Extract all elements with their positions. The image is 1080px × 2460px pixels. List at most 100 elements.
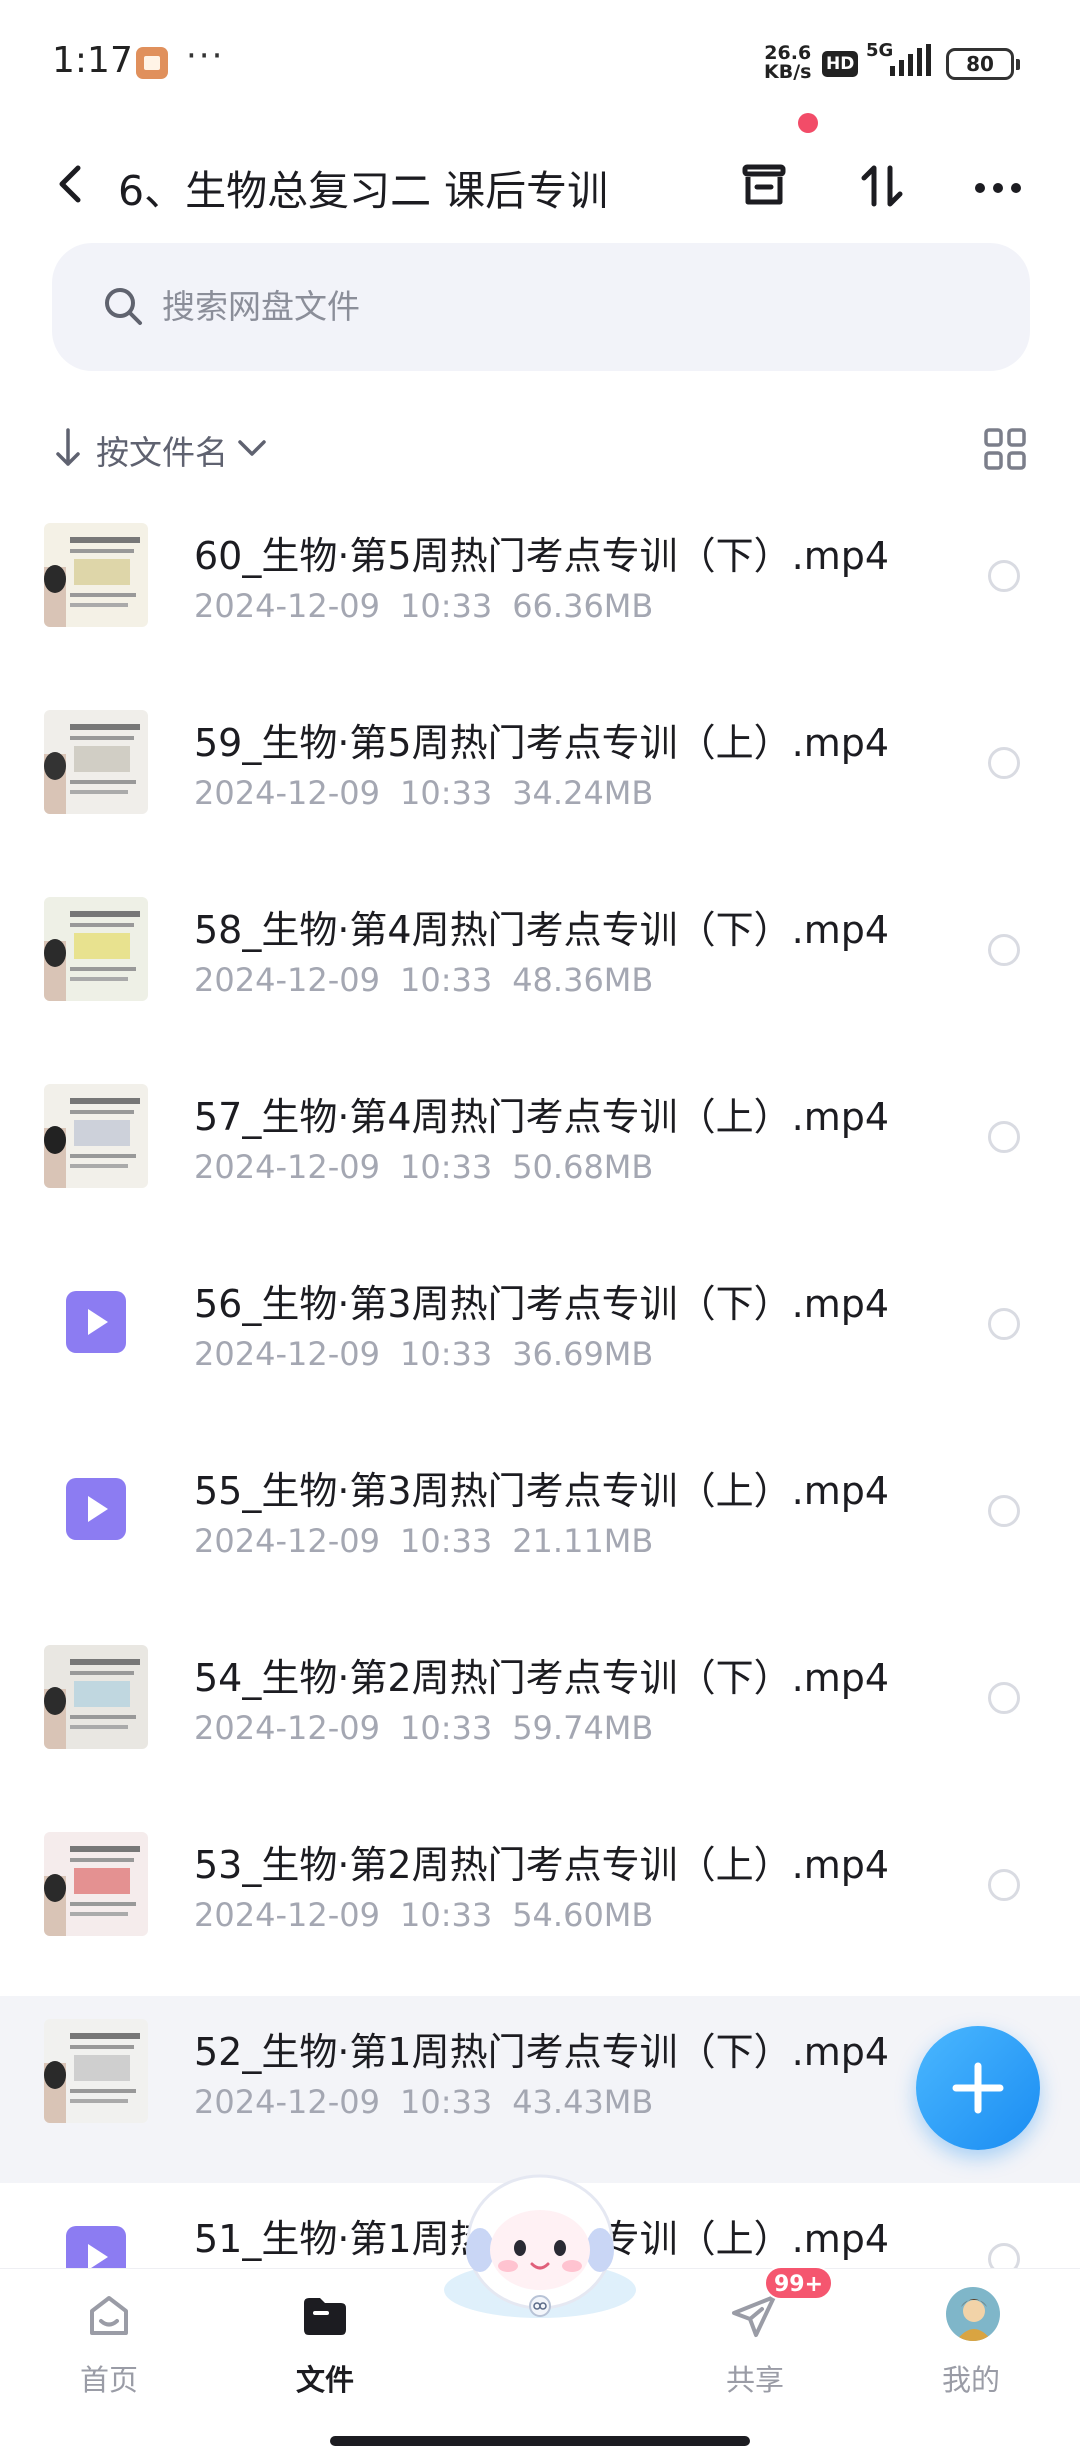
video-file-icon [44,1458,148,1562]
battery-icon: 80 [946,48,1020,80]
file-meta: 2024-12-09 10:33 50.68MB [194,1148,673,1186]
folder-icon [304,2298,346,2335]
file-meta: 2024-12-09 10:33 43.43MB [194,2083,673,2121]
file-date: 2024-12-09 [194,1522,380,1560]
file-time: 10:33 [399,1522,493,1560]
file-date: 2024-12-09 [194,587,380,625]
video-thumbnail [44,897,148,1001]
file-date: 2024-12-09 [194,1896,380,1934]
grid-view-icon[interactable] [982,426,1028,472]
file-name: 54_生物·第2周热门考点专训（下）.mp4 [194,1656,890,1700]
select-checkbox[interactable] [988,1682,1020,1714]
video-thumbnail [44,710,148,814]
chevron-down-icon[interactable] [234,432,270,464]
file-row[interactable]: 57_生物·第4周热门考点专训（上）.mp4 2024-12-09 10:33 50.… [0,1061,1080,1248]
nav-share-label: 共享 [725,2363,784,2397]
nav-home[interactable]: 首页 [24,2269,194,2419]
select-checkbox[interactable] [988,1869,1020,1901]
add-button[interactable] [916,2026,1040,2150]
file-size: 48.36MB [512,961,654,999]
transfer-list-button[interactable] [728,150,800,222]
file-meta: 2024-12-09 10:33 36.69MB [194,1335,673,1373]
sort-bar: 按文件名 [0,418,1080,478]
assistant-mascot-button[interactable] [436,2172,644,2322]
file-size: 66.36MB [512,587,654,625]
file-date: 2024-12-09 [194,2083,380,2121]
notification-dot [798,113,818,133]
file-time: 10:33 [399,1896,493,1934]
sort-direction-icon[interactable] [52,426,84,470]
file-meta: 2024-12-09 10:33 66.36MB [194,587,673,625]
file-name: 52_生物·第1周热门考点专训（下）.mp4 [194,2030,890,2074]
network-speed-unit: KB/s [764,61,812,83]
file-name: 57_生物·第4周热门考点专训（上）.mp4 [194,1095,890,1139]
file-name: 56_生物·第3周热门考点专训（下）.mp4 [194,1282,890,1326]
file-time: 10:33 [399,2083,493,2121]
search-bar[interactable] [52,243,1030,371]
share-badge: 99+ [764,2266,834,2300]
video-thumbnail [44,1084,148,1188]
select-checkbox[interactable] [988,1495,1020,1527]
more-notifications-icon: ··· [186,36,225,76]
file-date: 2024-12-09 [194,1148,380,1186]
file-time: 10:33 [399,587,493,625]
file-date: 2024-12-09 [194,774,380,812]
sort-by-name-dropdown[interactable]: 按文件名 [96,426,228,474]
file-row[interactable]: 56_生物·第3周热门考点专训（下）.mp4 2024-12-09 10:33 36.… [0,1248,1080,1435]
video-file-icon [44,1271,148,1375]
status-bar: 1:17 ··· 26.6 KB/s HD 5G 80 [0,0,1080,130]
nav-share[interactable]: 99+ 共享 [670,2266,840,2419]
select-checkbox[interactable] [988,1308,1020,1340]
file-row[interactable]: 60_生物·第5周热门考点专训（下）.mp4 2024-12-09 10:33 66.… [0,500,1080,687]
home-indicator [330,2436,750,2446]
hd-voice-icon: HD [822,51,859,77]
file-size: 54.60MB [512,1896,654,1934]
file-row[interactable]: 58_生物·第4周热门考点专训（下）.mp4 2024-12-09 10:33 48.… [0,874,1080,1061]
nav-files-label: 文件 [295,2363,354,2397]
file-name: 55_生物·第3周热门考点专训（上）.mp4 [194,1469,890,1513]
transfer-box-icon [742,164,786,205]
video-thumbnail [44,1645,148,1749]
top-app-bar: 6、生物总复习二 课后专训 [0,130,1080,240]
select-checkbox[interactable] [988,934,1020,966]
page-title: 6、生物总复习二 课后专训 [118,167,609,215]
back-arrow-icon [59,165,81,203]
file-name: 53_生物·第2周热门考点专训（上）.mp4 [194,1843,890,1887]
more-icon [975,183,1021,193]
file-row[interactable]: 53_生物·第2周热门考点专训（上）.mp4 2024-12-09 10:33 54.… [0,1809,1080,1996]
file-meta: 2024-12-09 10:33 21.11MB [194,1522,673,1560]
file-row[interactable]: 59_生物·第5周热门考点专训（上）.mp4 2024-12-09 10:33 34.… [0,687,1080,874]
search-input[interactable] [162,273,762,339]
mascot-icon [444,2174,636,2318]
plus-icon [952,2062,1004,2114]
file-size: 43.43MB [512,2083,654,2121]
file-date: 2024-12-09 [194,1335,380,1373]
file-date: 2024-12-09 [194,1709,380,1747]
file-row[interactable]: 55_生物·第3周热门考点专训（上）.mp4 2024-12-09 10:33 21.… [0,1435,1080,1622]
select-checkbox[interactable] [988,747,1020,779]
file-meta: 2024-12-09 10:33 34.24MB [194,774,673,812]
nav-files[interactable]: 文件 [240,2269,410,2419]
more-options-button[interactable] [962,150,1034,222]
notification-app-icon [136,47,168,79]
file-time: 10:33 [399,1335,493,1373]
file-time: 10:33 [399,961,493,999]
file-size: 59.74MB [512,1709,654,1747]
file-time: 10:33 [399,1709,493,1747]
select-checkbox[interactable] [988,1121,1020,1153]
file-size: 21.11MB [512,1522,654,1560]
back-button[interactable] [44,154,104,214]
network-speed: 26.6 KB/s [764,44,811,82]
file-size: 34.24MB [512,774,654,812]
nav-mine[interactable]: 我的 [886,2269,1056,2419]
sort-order-button[interactable] [846,150,918,222]
home-icon [90,2296,128,2335]
file-row[interactable]: 54_生物·第2周热门考点专训（下）.mp4 2024-12-09 10:33 59.… [0,1622,1080,1809]
file-date: 2024-12-09 [194,961,380,999]
search-icon [105,288,142,325]
select-checkbox[interactable] [988,560,1020,592]
file-time: 10:33 [399,774,493,812]
nav-mine-label: 我的 [941,2363,1000,2397]
file-name: 60_生物·第5周热门考点专训（下）.mp4 [194,534,890,578]
file-name: 58_生物·第4周热门考点专训（下）.mp4 [194,908,890,952]
